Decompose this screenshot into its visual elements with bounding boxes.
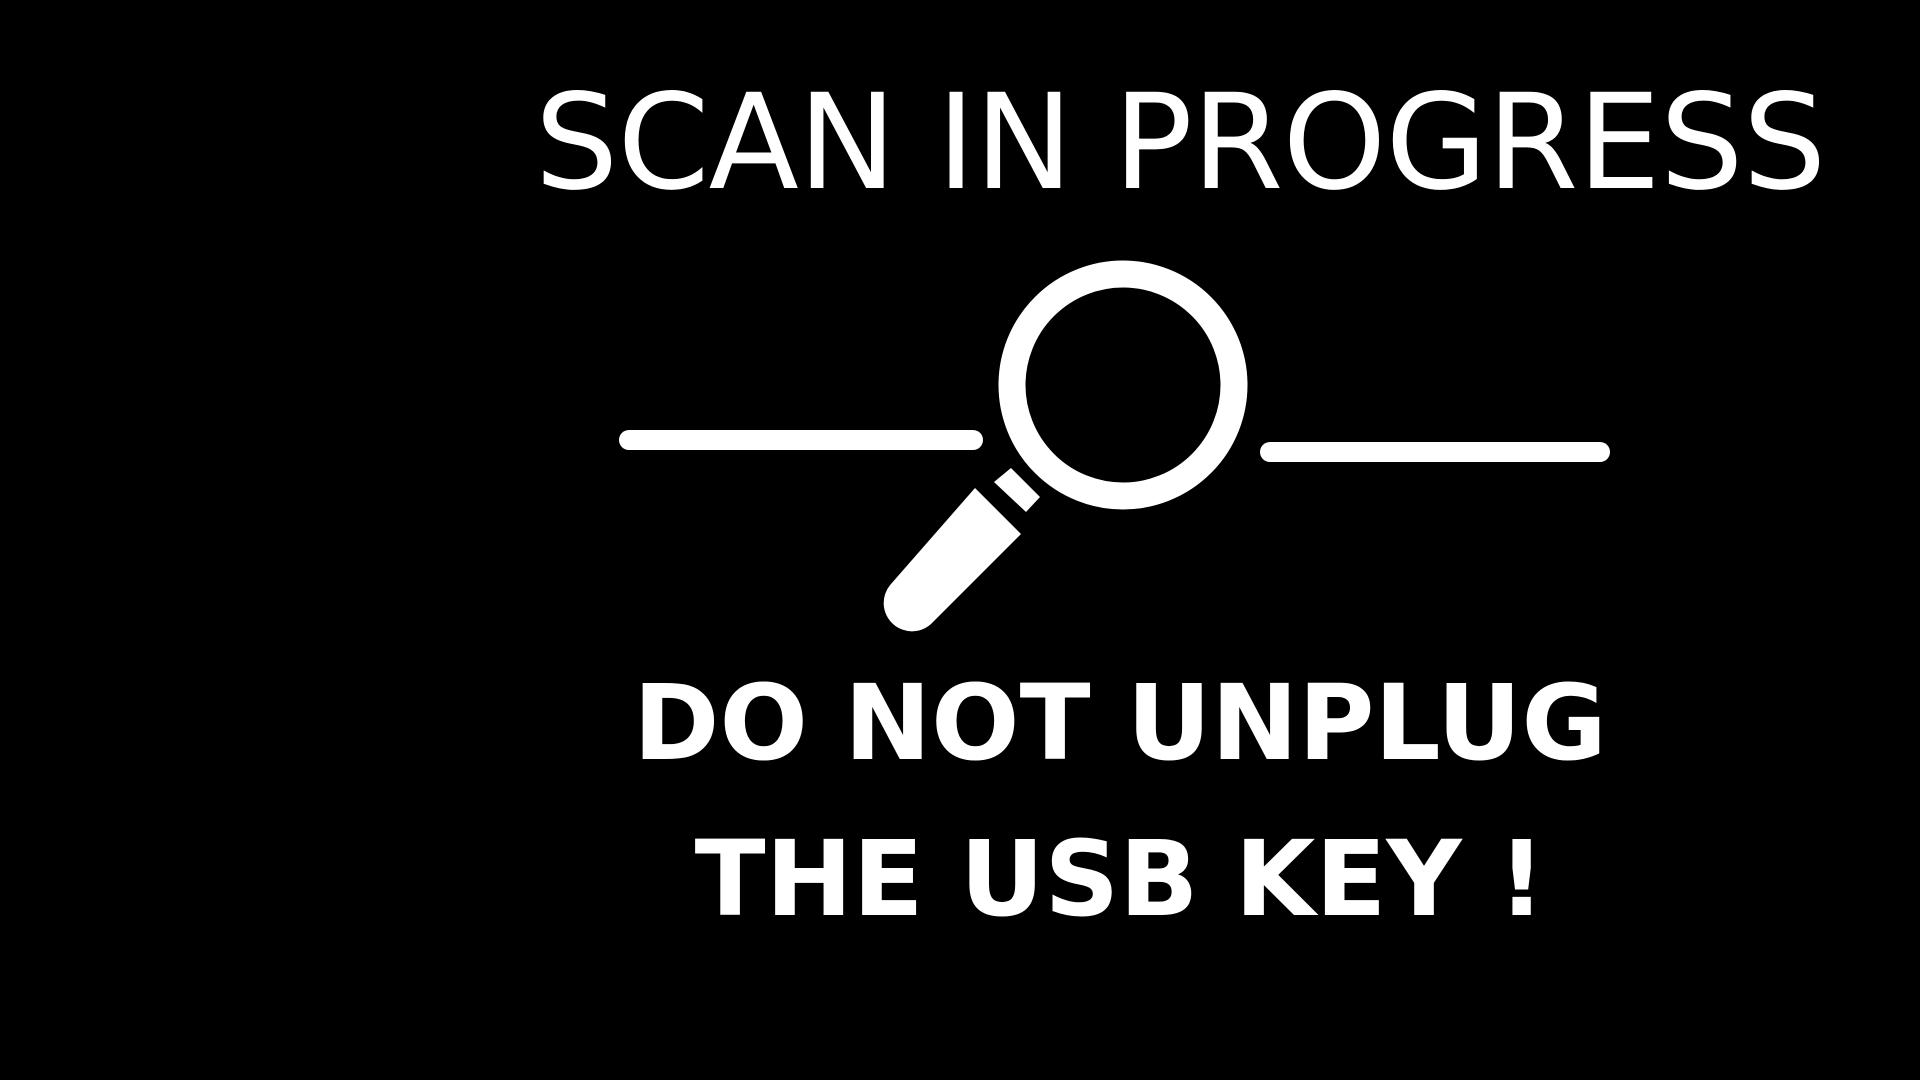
- scan-screen: SCAN IN PROGRESS DO NOT UNPLUG THE USB K…: [0, 0, 1920, 1080]
- warning-line-2: THE USB KEY !: [694, 818, 1546, 940]
- magnifying-glass-icon: [883, 260, 1248, 632]
- warning-line-1: DO NOT UNPLUG: [633, 662, 1607, 784]
